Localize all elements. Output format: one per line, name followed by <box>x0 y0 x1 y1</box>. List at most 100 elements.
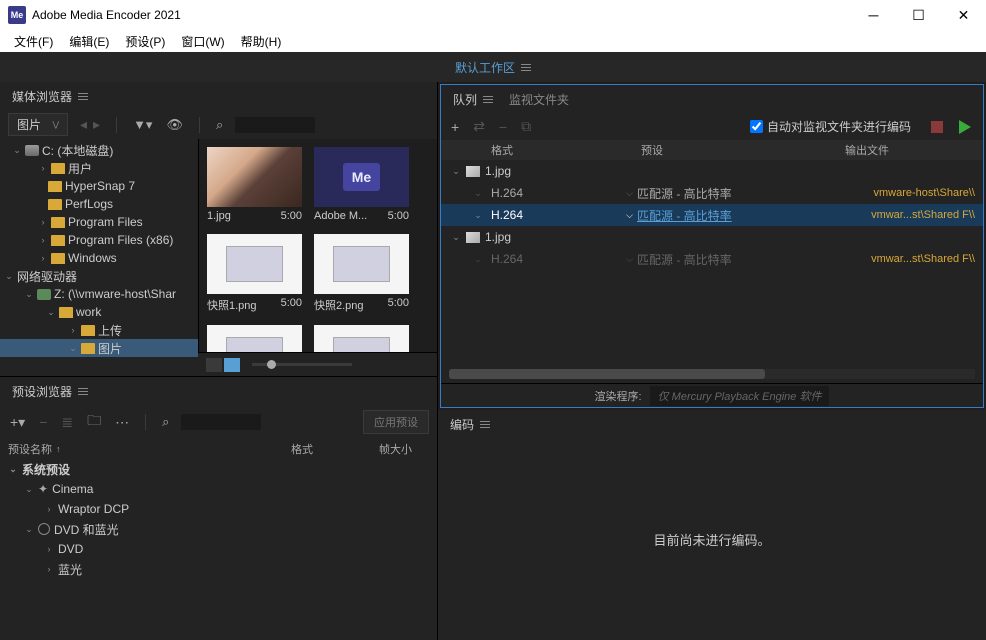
thumb-item[interactable]: 快照1.png5:00 <box>207 234 302 313</box>
tree-folder[interactable]: ›Windows <box>0 249 198 267</box>
tree-network-group[interactable]: ⌄网络驱动器 <box>0 267 198 285</box>
header-preset[interactable]: 预设 <box>641 142 845 158</box>
menu-help[interactable]: 帮助(H) <box>233 31 290 52</box>
tree-folder[interactable]: HyperSnap 7 <box>0 177 198 195</box>
tab-encoding[interactable]: 编码 <box>448 412 492 437</box>
workspace-bar: 默认工作区 <box>0 52 986 82</box>
header-output[interactable]: 输出文件 <box>845 142 975 158</box>
tree-folder[interactable]: ›用户 <box>0 159 198 177</box>
tab-preset-browser[interactable]: 预设浏览器 <box>10 379 90 404</box>
preset-browser-panel: 预设浏览器 +▾ − ≣ 🗀 ⋯ ⌕ 应用预设 预设名称 ↑ <box>0 377 437 640</box>
hamburger-icon <box>483 96 493 103</box>
header-framesize[interactable]: 帧大小 <box>379 441 429 457</box>
folder-dropdown[interactable]: 图片⋁ <box>8 113 68 136</box>
thumbnail-icon <box>314 234 409 294</box>
maximize-button[interactable]: ☐ <box>896 0 941 30</box>
options-button[interactable]: ⋯ <box>113 412 131 433</box>
tree-disk-c[interactable]: ⌄C: (本地磁盘) <box>0 141 198 159</box>
grid-view-button[interactable] <box>224 358 240 372</box>
apply-preset-button[interactable]: 应用预设 <box>363 410 429 434</box>
duplicate-button[interactable]: ⧉ <box>519 116 533 137</box>
queue-file-row[interactable]: ⌄1.jpg <box>441 160 983 182</box>
queue-tree: ⌄1.jpg ⌄H.264⌵ 匹配源 - 高比特率 \\vmware-host\… <box>441 160 983 270</box>
menu-preset[interactable]: 预设(P) <box>117 31 173 52</box>
preset-settings-button[interactable]: ≣ <box>59 412 75 433</box>
stop-button[interactable] <box>931 121 943 133</box>
eye-icon[interactable]: 👁 <box>164 115 185 135</box>
thumb-item[interactable]: MeAdobe M...5:00 <box>314 147 409 222</box>
tab-media-browser[interactable]: 媒体浏览器 <box>10 84 90 109</box>
preset-group-dvdbd[interactable]: ⌄DVD 和蓝光 <box>0 519 437 539</box>
menu-window[interactable]: 窗口(W) <box>173 31 232 52</box>
hamburger-icon <box>78 388 88 395</box>
search-input[interactable] <box>235 117 315 133</box>
thumbnail-icon <box>314 325 409 352</box>
filter-icon[interactable]: ▼▾ <box>131 115 154 135</box>
tree-folder[interactable]: ›Program Files <box>0 213 198 231</box>
hamburger-icon <box>78 93 88 100</box>
thumbnail-icon <box>207 325 302 352</box>
menu-file[interactable]: 文件(F) <box>6 31 61 52</box>
tree-folder-selected[interactable]: ⌄图片 <box>0 339 198 357</box>
tree-folder[interactable]: ›Program Files (x86) <box>0 231 198 249</box>
tab-queue[interactable]: 队列 <box>451 87 495 112</box>
media-tree[interactable]: ⌄C: (本地磁盘) ›用户 HyperSnap 7 PerfLogs ›Pro… <box>0 139 198 376</box>
preset-group-system[interactable]: ⌄系统预设 <box>0 459 437 479</box>
remove-button[interactable]: − <box>497 117 509 137</box>
hamburger-icon <box>521 64 531 71</box>
render-engine-dropdown[interactable]: 仅 Mercury Playback Engine 软件 <box>650 386 830 406</box>
minimize-button[interactable]: ─ <box>851 0 896 30</box>
file-icon <box>466 232 480 243</box>
tab-watch-folders[interactable]: 监视文件夹 <box>507 87 571 112</box>
zoom-slider[interactable] <box>252 363 352 366</box>
search-icon: ⌕ <box>160 412 171 432</box>
thumb-item[interactable]: 快照2.png5:00 <box>314 234 409 313</box>
add-preset-button[interactable]: +▾ <box>8 412 27 433</box>
media-browser-panel: 媒体浏览器 图片⋁ ◂ ▸ ▼▾ 👁 ⌕ <box>0 82 437 377</box>
queue-output-row-selected[interactable]: ⌄H.264⌵ 匹配源 - 高比特率 \\vmwar...st\Shared F <box>441 204 983 226</box>
remove-preset-button[interactable]: − <box>37 412 49 432</box>
search-icon: ⌕ <box>214 115 225 135</box>
queue-output-row[interactable]: ⌄H.264⌵ 匹配源 - 高比特率 \\vmware-host\Share <box>441 182 983 204</box>
workspace-selector[interactable]: 默认工作区 <box>455 59 531 76</box>
header-format[interactable]: 格式 <box>491 142 641 158</box>
preset-item[interactable]: ›Wraptor DCP <box>0 499 437 519</box>
thumb-item[interactable]: 1.jpg5:00 <box>207 147 302 222</box>
tree-network-drive[interactable]: ⌄Z: (\\vmware-host\Shar <box>0 285 198 303</box>
render-engine-label: 渲染程序: <box>595 388 642 404</box>
thumbnails-grid: 1.jpg5:00 MeAdobe M...5:00 快照1.png5:00 快… <box>198 139 437 352</box>
close-button[interactable]: ✕ <box>941 0 986 30</box>
preset-group-cinema[interactable]: ⌄✦Cinema <box>0 479 437 499</box>
tree-folder[interactable]: ⌄work <box>0 303 198 321</box>
queue-output-row[interactable]: ⌄H.264⌵ 匹配源 - 高比特率 \\vmwar...st\Shared F <box>441 248 983 270</box>
preset-item[interactable]: ›蓝光 <box>0 559 437 579</box>
header-preset-name[interactable]: 预设名称 ↑ <box>8 441 283 457</box>
tree-folder[interactable]: ›上传 <box>0 321 198 339</box>
thumb-item[interactable] <box>314 325 409 352</box>
encoding-panel: 编码 目前尚未进行编码。 <box>438 410 986 640</box>
window-title: Adobe Media Encoder 2021 <box>32 8 851 22</box>
hamburger-icon <box>480 421 490 428</box>
start-button[interactable] <box>959 120 971 134</box>
nav-forward-icon[interactable]: ▸ <box>91 114 102 135</box>
queue-file-row[interactable]: ⌄1.jpg <box>441 226 983 248</box>
nav-back-icon[interactable]: ◂ <box>78 114 89 135</box>
sync-button[interactable]: ⇄ <box>471 116 487 137</box>
auto-encode-checkbox[interactable]: 自动对监视文件夹进行编码 <box>750 118 911 135</box>
disc-icon <box>38 523 50 535</box>
add-source-button[interactable]: + <box>449 117 461 137</box>
preset-item[interactable]: ›DVD <box>0 539 437 559</box>
header-format[interactable]: 格式 <box>291 441 371 457</box>
thumb-item[interactable] <box>207 325 302 352</box>
thumbnail-icon: Me <box>314 147 409 207</box>
thumbnail-icon <box>207 234 302 294</box>
menu-edit[interactable]: 编辑(E) <box>61 31 117 52</box>
preset-tree[interactable]: ⌄系统预设 ⌄✦Cinema ›Wraptor DCP ⌄DVD 和蓝光 ›DV… <box>0 459 437 640</box>
new-folder-button[interactable]: 🗀 <box>85 408 103 436</box>
tree-folder[interactable]: PerfLogs <box>0 195 198 213</box>
preset-search-input[interactable] <box>181 414 261 430</box>
list-view-button[interactable] <box>206 358 222 372</box>
file-icon <box>466 166 480 177</box>
horizontal-scrollbar[interactable] <box>449 369 975 379</box>
media-browser-toolbar: 图片⋁ ◂ ▸ ▼▾ 👁 ⌕ <box>0 110 437 139</box>
